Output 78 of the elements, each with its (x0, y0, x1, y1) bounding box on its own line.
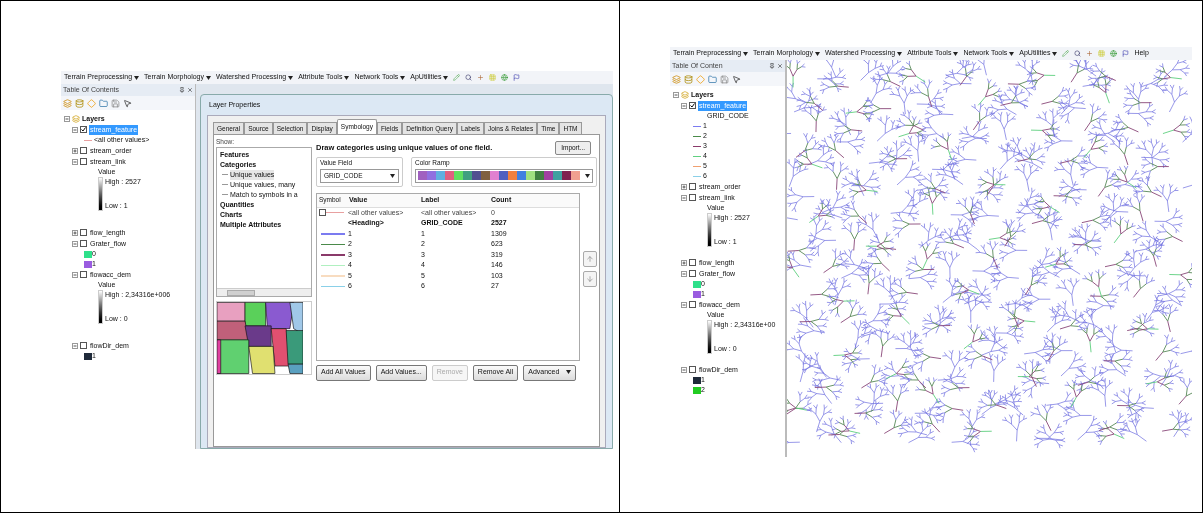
caret-icon (288, 75, 294, 80)
checkbox[interactable] (80, 240, 87, 247)
up-arrow-icon (586, 254, 594, 263)
grid-icon[interactable] (1098, 50, 1106, 57)
caret-icon (443, 75, 449, 80)
checkbox[interactable] (80, 158, 87, 165)
symbol-swatch[interactable] (319, 209, 344, 217)
caret-icon (400, 75, 406, 80)
save-icon[interactable] (720, 74, 729, 84)
caret-icon (344, 75, 350, 80)
gradient-ramp (707, 320, 712, 354)
save-icon[interactable] (111, 98, 120, 108)
expand-icon[interactable] (681, 259, 687, 266)
caret-icon (953, 51, 959, 56)
expand-icon[interactable] (72, 229, 78, 236)
checkbox[interactable] (80, 147, 87, 154)
pencil-icon[interactable] (1062, 50, 1070, 57)
flag-icon[interactable] (1122, 50, 1130, 57)
checkbox[interactable] (689, 194, 696, 201)
color-ramp-dropdown[interactable] (415, 168, 593, 183)
caret-icon (134, 75, 140, 80)
folder-icon[interactable] (708, 74, 717, 84)
globe-icon[interactable] (1110, 50, 1118, 57)
search-icon[interactable] (1074, 50, 1082, 57)
layers-icon (681, 90, 689, 99)
cursor-icon (732, 74, 741, 84)
plus-icon[interactable] (1086, 50, 1094, 57)
close-icon[interactable] (777, 63, 783, 69)
folder-icon[interactable] (99, 98, 108, 108)
line-symbol[interactable] (321, 243, 345, 245)
checkbox[interactable] (689, 301, 696, 308)
checkbox[interactable] (689, 259, 696, 266)
checkbox[interactable] (80, 126, 87, 133)
database-icon[interactable] (75, 98, 84, 108)
caret-icon (585, 173, 590, 178)
layers-icon[interactable] (63, 98, 72, 108)
horizontal-scrollbar[interactable] (217, 287, 311, 296)
layers-icon (72, 114, 80, 123)
caret-icon (390, 173, 395, 178)
collapse-icon[interactable] (673, 91, 679, 98)
gradient-ramp (707, 213, 712, 247)
down-arrow-icon (586, 274, 594, 283)
checkbox[interactable] (689, 366, 696, 373)
flag-icon[interactable] (513, 74, 521, 81)
layers-icon[interactable] (672, 74, 681, 84)
checkbox[interactable] (80, 271, 87, 278)
checkbox[interactable] (80, 229, 87, 236)
search-icon[interactable] (465, 74, 473, 81)
gradient-ramp (98, 177, 103, 211)
grid-icon[interactable] (489, 74, 497, 81)
database-icon[interactable] (684, 74, 693, 84)
pin-icon[interactable] (769, 63, 775, 69)
cursor-icon (123, 98, 132, 108)
collapse-icon[interactable] (64, 115, 70, 122)
diamond-icon[interactable] (87, 98, 96, 108)
line-symbol[interactable] (321, 285, 345, 287)
caret-icon (743, 51, 749, 56)
caret-icon (1009, 51, 1015, 56)
diamond-icon[interactable] (696, 74, 705, 84)
move-up-button[interactable] (583, 250, 597, 267)
close-icon[interactable] (187, 87, 193, 93)
caret-icon (566, 370, 572, 375)
move-down-button[interactable] (583, 270, 597, 287)
caret-icon (1052, 51, 1058, 56)
checkbox[interactable] (689, 183, 696, 190)
checkbox[interactable] (689, 270, 696, 277)
caret-icon (897, 51, 903, 56)
plus-icon[interactable] (477, 74, 485, 81)
expand-icon[interactable] (72, 147, 78, 154)
checkbox[interactable] (80, 342, 87, 349)
expand-icon[interactable] (681, 183, 687, 190)
caret-icon (206, 75, 211, 80)
caret-icon (815, 51, 820, 56)
gradient-ramp (98, 290, 103, 324)
globe-icon[interactable] (501, 74, 509, 81)
pin-icon[interactable] (179, 87, 185, 93)
pencil-icon[interactable] (453, 74, 461, 81)
checkbox[interactable] (689, 102, 696, 109)
